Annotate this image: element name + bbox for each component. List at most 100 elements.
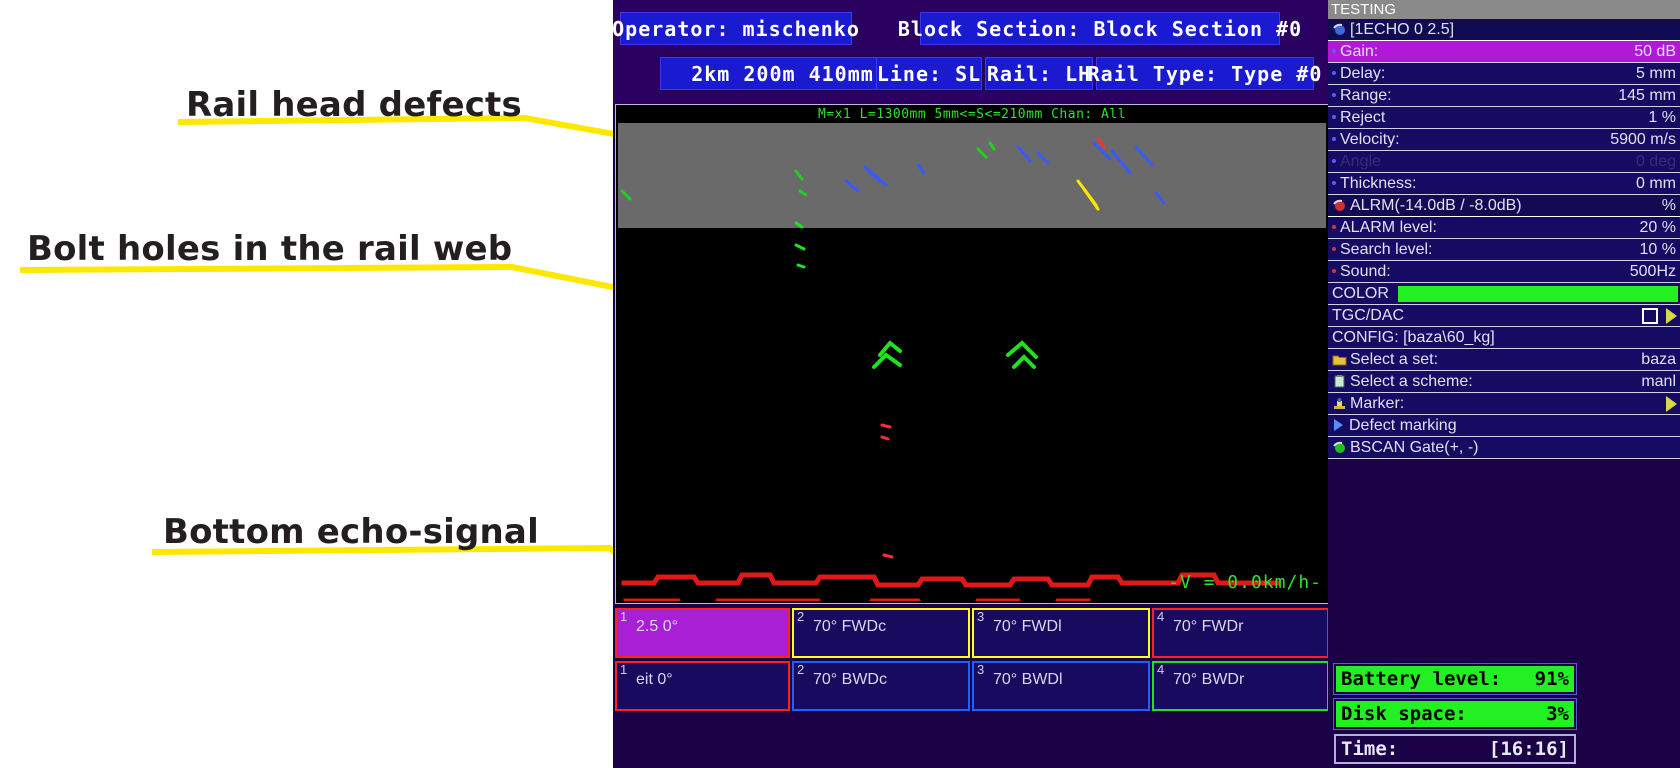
line-field[interactable]: Line: SL: [876, 57, 982, 90]
param-row-config[interactable]: CONFIG: [baza\60_kg]: [1328, 327, 1680, 349]
channel-grid: 1 2.5 0° 2 70° FWDc 3 70° FWDl 4 70° FWD…: [615, 608, 1331, 716]
param-row-delay[interactable]: Delay: 5 mm: [1328, 63, 1680, 85]
echo-header-row[interactable]: [1ECHO 0 2.5]: [1328, 19, 1680, 41]
chevron-right-icon[interactable]: [1666, 395, 1677, 412]
param-value: 0 deg: [1635, 152, 1676, 170]
battery-label: Battery level:: [1341, 668, 1502, 690]
param-row-gain[interactable]: Gain: 50 dB: [1328, 41, 1680, 63]
color-swatch[interactable]: [1398, 285, 1678, 302]
channel-number: 2: [797, 609, 805, 624]
param-name: Delay:: [1340, 64, 1386, 82]
param-value: 0 mm: [1636, 174, 1676, 192]
param-name: Sound:: [1340, 262, 1391, 280]
param-label: Velocity:: [1328, 131, 1610, 149]
param-label: Sound:: [1328, 263, 1630, 281]
device-screen: Operator: mischenko Block Section: Block…: [612, 0, 1680, 768]
param-row-reject[interactable]: Reject 1 %: [1328, 107, 1680, 129]
battery-value: 91%: [1534, 668, 1569, 690]
channel-label: 70° FWDr: [1173, 618, 1244, 635]
param-row-select-set[interactable]: Select a set: baza: [1328, 349, 1680, 371]
channel-button-3[interactable]: 3 70° FWDl: [972, 608, 1150, 658]
param-row-marker[interactable]: Marker:: [1328, 393, 1680, 415]
channel-number: 3: [977, 662, 985, 677]
alarm-icon: [1332, 199, 1347, 212]
param-row-range[interactable]: Range: 145 mm: [1328, 85, 1680, 107]
bullet-icon: [1332, 93, 1336, 98]
bullet-icon: [1332, 49, 1336, 54]
param-row-defect-marking[interactable]: Defect marking: [1328, 415, 1680, 437]
param-row-thickness[interactable]: Thickness: 0 mm: [1328, 173, 1680, 195]
header-bar: Operator: mischenko Block Section: Block…: [612, 0, 1333, 104]
channel-label: 70° BWDc: [813, 671, 887, 688]
param-name: Angle: [1340, 152, 1381, 170]
marker-name: Marker:: [1350, 394, 1405, 412]
marker-label: Marker:: [1328, 395, 1666, 413]
channel-button-1[interactable]: 1 2.5 0°: [615, 608, 790, 658]
channel-button-4[interactable]: 4 70° FWDr: [1152, 608, 1329, 658]
param-name: Thickness:: [1340, 174, 1417, 192]
echo-header-label: [1ECHO 0 2.5]: [1328, 21, 1680, 39]
param-row-color[interactable]: COLOR: [1328, 283, 1680, 305]
param-row-tgcdac[interactable]: TGC/DAC: [1328, 305, 1680, 327]
rail-field[interactable]: Rail: LH: [985, 57, 1093, 90]
chevron-right-icon[interactable]: [1666, 307, 1677, 324]
tgcdac-label: TGC/DAC: [1332, 306, 1404, 324]
param-value: 500Hz: [1629, 262, 1676, 280]
param-row-search-level[interactable]: Search level: 10 %: [1328, 239, 1680, 261]
set-label: Select a set:: [1328, 351, 1641, 369]
position-field[interactable]: 2km 200m 410mm: [660, 57, 905, 90]
param-row-select-scheme[interactable]: Select a scheme: manl: [1328, 371, 1680, 393]
channel-label: 70° BWDr: [1173, 671, 1245, 688]
bullet-icon: [1332, 181, 1336, 186]
bullet-icon: [1332, 269, 1336, 274]
param-name: Range:: [1340, 86, 1392, 104]
param-value: 145 mm: [1618, 86, 1676, 104]
battery-status: Battery level: 91%: [1336, 666, 1574, 692]
echo-header-text: [1ECHO 0 2.5]: [1350, 20, 1455, 38]
channel-button-8[interactable]: 4 70° BWDr: [1152, 661, 1329, 711]
param-row-sound[interactable]: Sound: 500Hz: [1328, 261, 1680, 283]
bscan-title: M=x1 L=1300mm 5mm<=S<=210mm Chan: All: [817, 107, 1127, 122]
channel-number: 4: [1157, 609, 1165, 624]
gate-label: BSCAN Gate(+, -): [1328, 439, 1680, 457]
param-name: Reject: [1340, 108, 1386, 126]
bscan-display[interactable]: M=x1 L=1300mm 5mm<=S<=210mm Chan: All -V…: [615, 104, 1329, 604]
color-label: COLOR: [1332, 284, 1389, 302]
tgcdac-checkbox[interactable]: [1642, 307, 1658, 324]
param-row-alarm-level[interactable]: ALARM level: 20 %: [1328, 217, 1680, 239]
rail-type-field[interactable]: Rail Type: Type #0: [1088, 57, 1321, 90]
channel-label: 70° FWDl: [993, 618, 1062, 635]
param-label: Gain:: [1328, 43, 1634, 61]
param-label: ALARM level:: [1328, 219, 1640, 237]
param-label: Search level:: [1328, 241, 1640, 259]
param-row-bscan-gate[interactable]: BSCAN Gate(+, -): [1328, 437, 1680, 459]
echo-icon: [1332, 23, 1347, 36]
alarm-header-row[interactable]: ALRM(-14.0dB / -8.0dB) %: [1328, 195, 1680, 217]
gate-icon: [1332, 441, 1347, 454]
channel-button-5[interactable]: 1 eit 0°: [615, 661, 790, 711]
param-value: 50 dB: [1634, 42, 1676, 60]
param-value: 10 %: [1639, 240, 1676, 258]
channel-label: 2.5 0°: [636, 618, 678, 635]
annotation-rail-head-defects: Rail head defects: [186, 85, 522, 125]
channel-label: 70° BWDl: [993, 671, 1063, 688]
param-row-velocity[interactable]: Velocity: 5900 m/s: [1328, 129, 1680, 151]
channel-number: 1: [620, 609, 628, 624]
config-label: CONFIG: [baza\60_kg]: [1332, 328, 1495, 346]
param-name: Velocity:: [1340, 130, 1400, 148]
time-label: Time:: [1341, 738, 1399, 760]
alarm-header-label: ALRM(-14.0dB / -8.0dB): [1328, 197, 1662, 215]
scheme-label: Select a scheme:: [1328, 373, 1641, 391]
defect-name: Defect marking: [1349, 416, 1457, 434]
param-row-angle[interactable]: Angle 0 deg: [1328, 151, 1680, 173]
operator-field[interactable]: Operator: mischenko: [612, 12, 859, 45]
channel-button-2[interactable]: 2 70° FWDc: [792, 608, 970, 658]
channel-number: 3: [977, 609, 985, 624]
param-label: Delay:: [1328, 65, 1636, 83]
bullet-icon: [1332, 137, 1336, 142]
block-section-field[interactable]: Block Section: Block Section #0: [898, 12, 1301, 45]
channel-button-6[interactable]: 2 70° BWDc: [792, 661, 970, 711]
channel-button-7[interactable]: 3 70° BWDl: [972, 661, 1150, 711]
param-value: 5 mm: [1636, 64, 1676, 82]
channel-label: 70° FWDc: [813, 618, 887, 635]
